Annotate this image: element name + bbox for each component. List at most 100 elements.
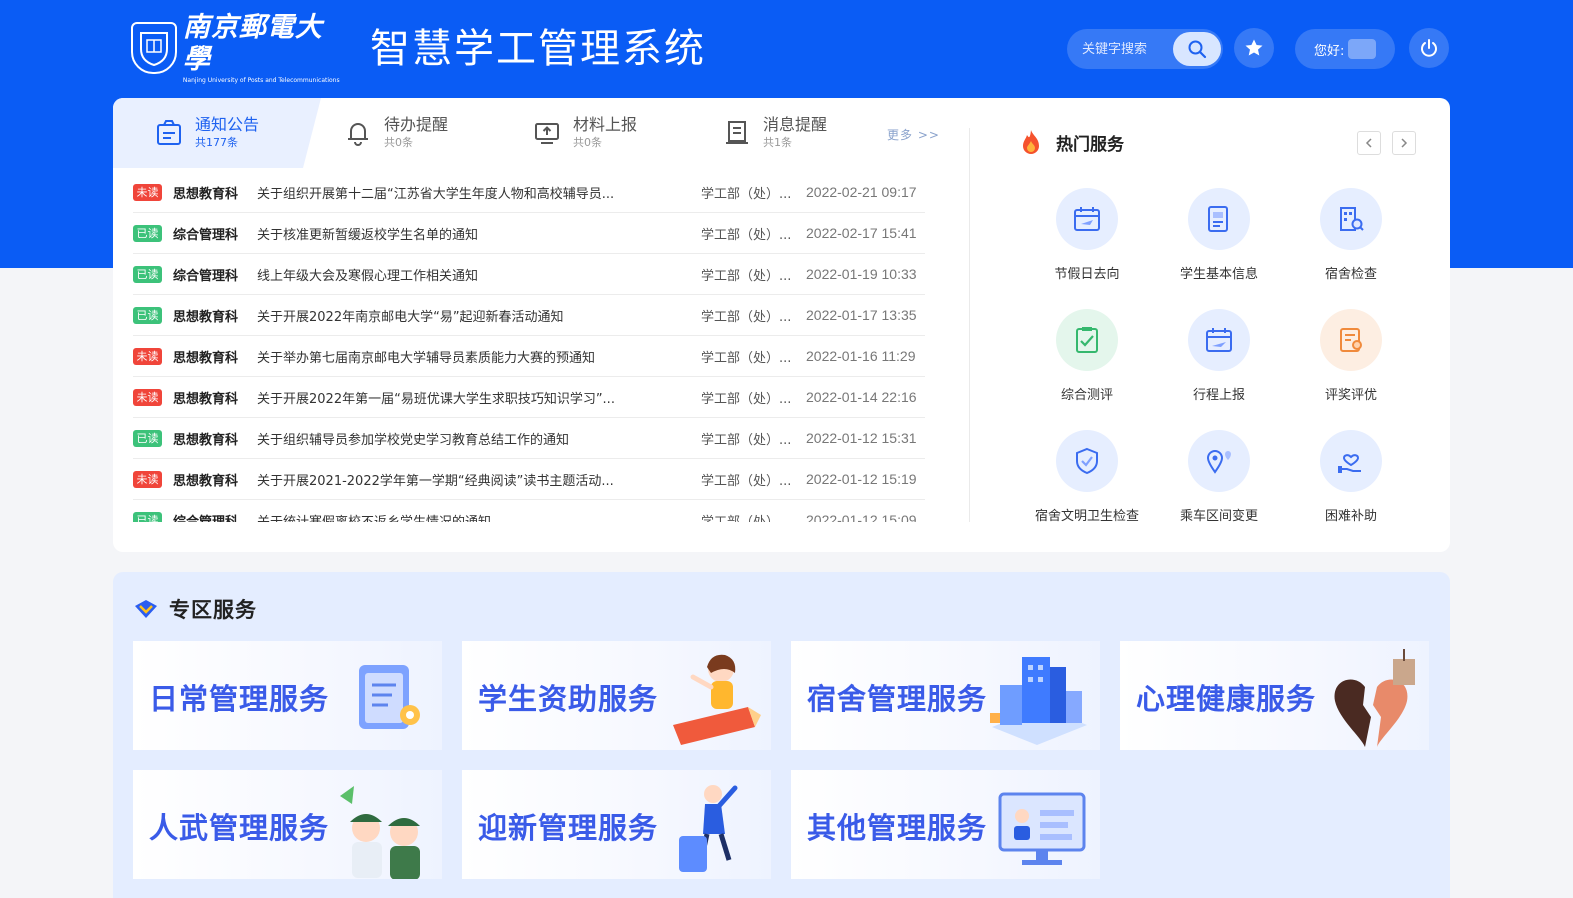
zone-card-label: 心理健康服务 <box>1136 682 1317 716</box>
notice-tabs: 通知公告 共177条 待办提醒 共0条 材料上报 共0条 消息提醒 共1条 更多… <box>113 98 969 168</box>
service-holiday-destination[interactable]: 节假日去向 <box>1027 188 1147 282</box>
notice-row[interactable]: 未读 思想教育科 关于组织开展第十二届“江苏省大学生年度人物和高校辅导员... … <box>133 172 925 213</box>
service-label: 宿舍文明卫生检查 <box>1034 509 1139 524</box>
service-label: 乘车区间变更 <box>1179 509 1258 524</box>
favorite-button[interactable] <box>1234 28 1274 68</box>
notice-publisher: 学工部（处）... <box>701 268 792 284</box>
tab-label: 消息提醒 <box>763 115 828 134</box>
service-dorm-hygiene-check[interactable]: 宿舍文明卫生检查 <box>1027 430 1147 524</box>
clipboard-icon <box>153 117 185 149</box>
service-comprehensive-evaluation[interactable]: 综合测评 <box>1027 309 1147 403</box>
tab-todo[interactable]: 待办提醒 共0条 <box>342 98 448 168</box>
school-logo[interactable]: 南京郵電大學 Nanjing University of Posts and T… <box>131 12 343 84</box>
upload-monitor-icon <box>531 117 563 149</box>
tab-messages[interactable]: 消息提醒 共1条 <box>721 98 827 168</box>
location-route-icon <box>1188 430 1250 492</box>
status-badge: 未读 <box>133 388 162 406</box>
service-label: 评奖评优 <box>1324 388 1377 403</box>
monitor-profile-icon <box>998 792 1086 865</box>
notice-dept: 综合管理科 <box>173 268 239 284</box>
notice-publisher: 学工部（处）... <box>701 186 792 202</box>
status-badge: 已读 <box>133 429 162 447</box>
service-hardship-subsidy[interactable]: 困难补助 <box>1291 430 1411 524</box>
more-link[interactable]: 更多 >> <box>887 126 940 143</box>
status-badge: 已读 <box>133 265 162 283</box>
hot-prev-button[interactable] <box>1357 131 1381 155</box>
tab-count: 共0条 <box>384 136 413 149</box>
school-seal-icon <box>131 22 177 74</box>
service-train-section-change[interactable]: 乘车区间变更 <box>1159 430 1279 524</box>
notice-title[interactable]: 线上年级大会及寒假心理工作相关通知 <box>257 265 687 284</box>
fire-icon <box>1023 130 1039 154</box>
service-label: 行程上报 <box>1192 388 1245 403</box>
service-label: 学生基本信息 <box>1179 267 1258 282</box>
notice-dept: 综合管理科 <box>173 227 239 243</box>
notice-title[interactable]: 关于统计寒假离校不返乡学生情况的通知 <box>257 511 687 523</box>
service-dorm-inspection[interactable]: 宿舍检查 <box>1291 188 1411 282</box>
service-label: 宿舍检查 <box>1324 267 1377 282</box>
hot-services-header: 热门服务 <box>1018 128 1124 156</box>
zone-card-label: 日常管理服务 <box>149 682 330 716</box>
service-label: 节假日去向 <box>1054 267 1120 282</box>
notice-date: 2022-01-12 15:09 <box>806 512 917 522</box>
zone-card-other-services[interactable]: 其他管理服务 <box>791 770 1100 879</box>
notice-date: 2022-01-17 13:35 <box>806 307 917 323</box>
search-input[interactable] <box>1082 41 1182 57</box>
tab-count: 共0条 <box>573 136 602 149</box>
notice-dept: 思想教育科 <box>173 309 239 325</box>
document-info-icon <box>1188 188 1250 250</box>
notice-dept: 思想教育科 <box>173 391 239 407</box>
bell-icon <box>342 117 374 149</box>
notice-row[interactable]: 已读 综合管理科 关于统计寒假离校不返乡学生情况的通知 学工部（处）... 20… <box>133 500 925 522</box>
service-awards[interactable]: 评奖评优 <box>1291 309 1411 403</box>
service-student-info[interactable]: 学生基本信息 <box>1159 188 1279 282</box>
notice-title[interactable]: 关于开展2022年第一届“易班优课大学生求职技巧知识学习”... <box>257 388 687 407</box>
zone-card-label: 迎新管理服务 <box>478 811 659 845</box>
notice-title[interactable]: 关于举办第七届南京邮电大学辅导员素质能力大赛的预通知 <box>257 347 687 366</box>
zone-card-daily-management[interactable]: 日常管理服务 <box>133 641 442 750</box>
notice-dept: 综合管理科 <box>173 514 239 523</box>
notice-dept: 思想教育科 <box>173 350 239 366</box>
notice-title[interactable]: 关于组织辅导员参加学校党史学习教育总结工作的通知 <box>257 429 687 448</box>
user-menu[interactable]: 您好: <box>1295 29 1395 69</box>
notice-publisher: 学工部（处）... <box>701 227 792 243</box>
notice-publisher: 学工部（处）... <box>701 473 792 489</box>
search-box <box>1067 29 1223 69</box>
zone-card-student-aid[interactable]: 学生资助服务 <box>462 641 771 750</box>
notice-title[interactable]: 关于开展2021-2022学年第一学期“经典阅读”读书主题活动... <box>257 470 687 489</box>
tab-notices[interactable]: 通知公告 共177条 <box>113 98 321 168</box>
system-title: 智慧学工管理系统 <box>370 26 706 72</box>
status-badge: 已读 <box>133 511 162 522</box>
notice-row[interactable]: 已读 综合管理科 线上年级大会及寒假心理工作相关通知 学工部（处）... 202… <box>133 254 925 295</box>
tab-material-report[interactable]: 材料上报 共0条 <box>531 98 637 168</box>
status-badge: 已读 <box>133 306 162 324</box>
zone-card-mental-health[interactable]: 心理健康服务 <box>1120 641 1429 750</box>
search-button[interactable] <box>1173 32 1221 66</box>
notice-row[interactable]: 未读 思想教育科 关于开展2021-2022学年第一学期“经典阅读”读书主题活动… <box>133 459 925 500</box>
zone-card-dorm-management[interactable]: 宿舍管理服务 <box>791 641 1100 750</box>
zone-card-military-affairs[interactable]: 人武管理服务 <box>133 770 442 879</box>
hot-next-button[interactable] <box>1392 131 1416 155</box>
notice-row[interactable]: 未读 思想教育科 关于开展2022年第一届“易班优课大学生求职技巧知识学习”..… <box>133 377 925 418</box>
notice-row[interactable]: 已读 综合管理科 关于核准更新暂缓返校学生名单的通知 学工部（处）... 202… <box>133 213 925 254</box>
tab-label: 材料上报 <box>573 115 638 134</box>
star-icon <box>1245 39 1263 56</box>
notice-dept: 思想教育科 <box>173 186 239 202</box>
notice-dept: 思想教育科 <box>173 432 239 448</box>
notice-row[interactable]: 已读 思想教育科 关于开展2022年南京邮电大学“易”起迎新春活动通知 学工部（… <box>133 295 925 336</box>
checklist-icon <box>1056 309 1118 371</box>
zone-services: 专区服务 日常管理服务 学生资助服务 宿舍管理服务 心理健康服务 人武管理服务 … <box>113 572 1450 898</box>
tab-label: 通知公告 <box>195 115 260 134</box>
notice-title[interactable]: 关于组织开展第十二届“江苏省大学生年度人物和高校辅导员... <box>257 183 687 202</box>
shield-check-icon <box>1056 430 1118 492</box>
award-doc-icon <box>1320 309 1382 371</box>
zone-card-freshman-welcome[interactable]: 迎新管理服务 <box>462 770 771 879</box>
zone-card-label: 宿舍管理服务 <box>807 682 988 716</box>
document-icon <box>721 117 753 149</box>
notice-row[interactable]: 已读 思想教育科 关于组织辅导员参加学校党史学习教育总结工作的通知 学工部（处）… <box>133 418 925 459</box>
notice-title[interactable]: 关于开展2022年南京邮电大学“易”起迎新春活动通知 <box>257 306 687 325</box>
notice-row[interactable]: 未读 思想教育科 关于举办第七届南京邮电大学辅导员素质能力大赛的预通知 学工部（… <box>133 336 925 377</box>
logout-button[interactable] <box>1409 28 1449 68</box>
notice-title[interactable]: 关于核准更新暂缓返校学生名单的通知 <box>257 224 687 243</box>
service-trip-report[interactable]: 行程上报 <box>1159 309 1279 403</box>
